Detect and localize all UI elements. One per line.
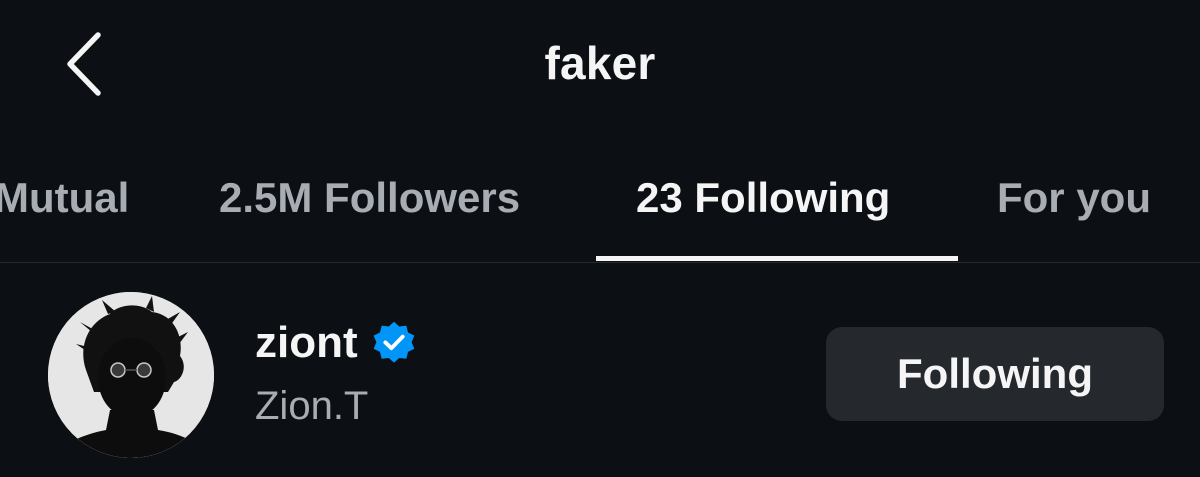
tab-bar: Mutual 2.5M Followers 23 Following For y…	[0, 148, 1200, 262]
username: ziont	[255, 318, 358, 367]
username-link[interactable]: ziont	[255, 318, 418, 368]
tab-followers[interactable]: 2.5M Followers	[219, 174, 520, 222]
list-item[interactable]: ziont Zion.T Following	[0, 280, 1200, 470]
following-list-screen: faker Mutual 2.5M Followers 23 Following…	[0, 0, 1200, 477]
header: faker	[0, 0, 1200, 132]
tabs-divider	[0, 262, 1200, 263]
verified-badge-icon	[370, 319, 418, 367]
tab-following[interactable]: 23 Following	[636, 174, 890, 222]
active-tab-indicator	[596, 256, 958, 261]
tab-for-you[interactable]: For you	[997, 174, 1151, 222]
tab-mutual[interactable]: Mutual	[0, 174, 129, 222]
following-button[interactable]: Following	[826, 327, 1164, 421]
avatar[interactable]	[48, 292, 214, 458]
page-title: faker	[544, 37, 656, 89]
avatar-image	[48, 292, 214, 458]
full-name: Zion.T	[255, 384, 369, 428]
